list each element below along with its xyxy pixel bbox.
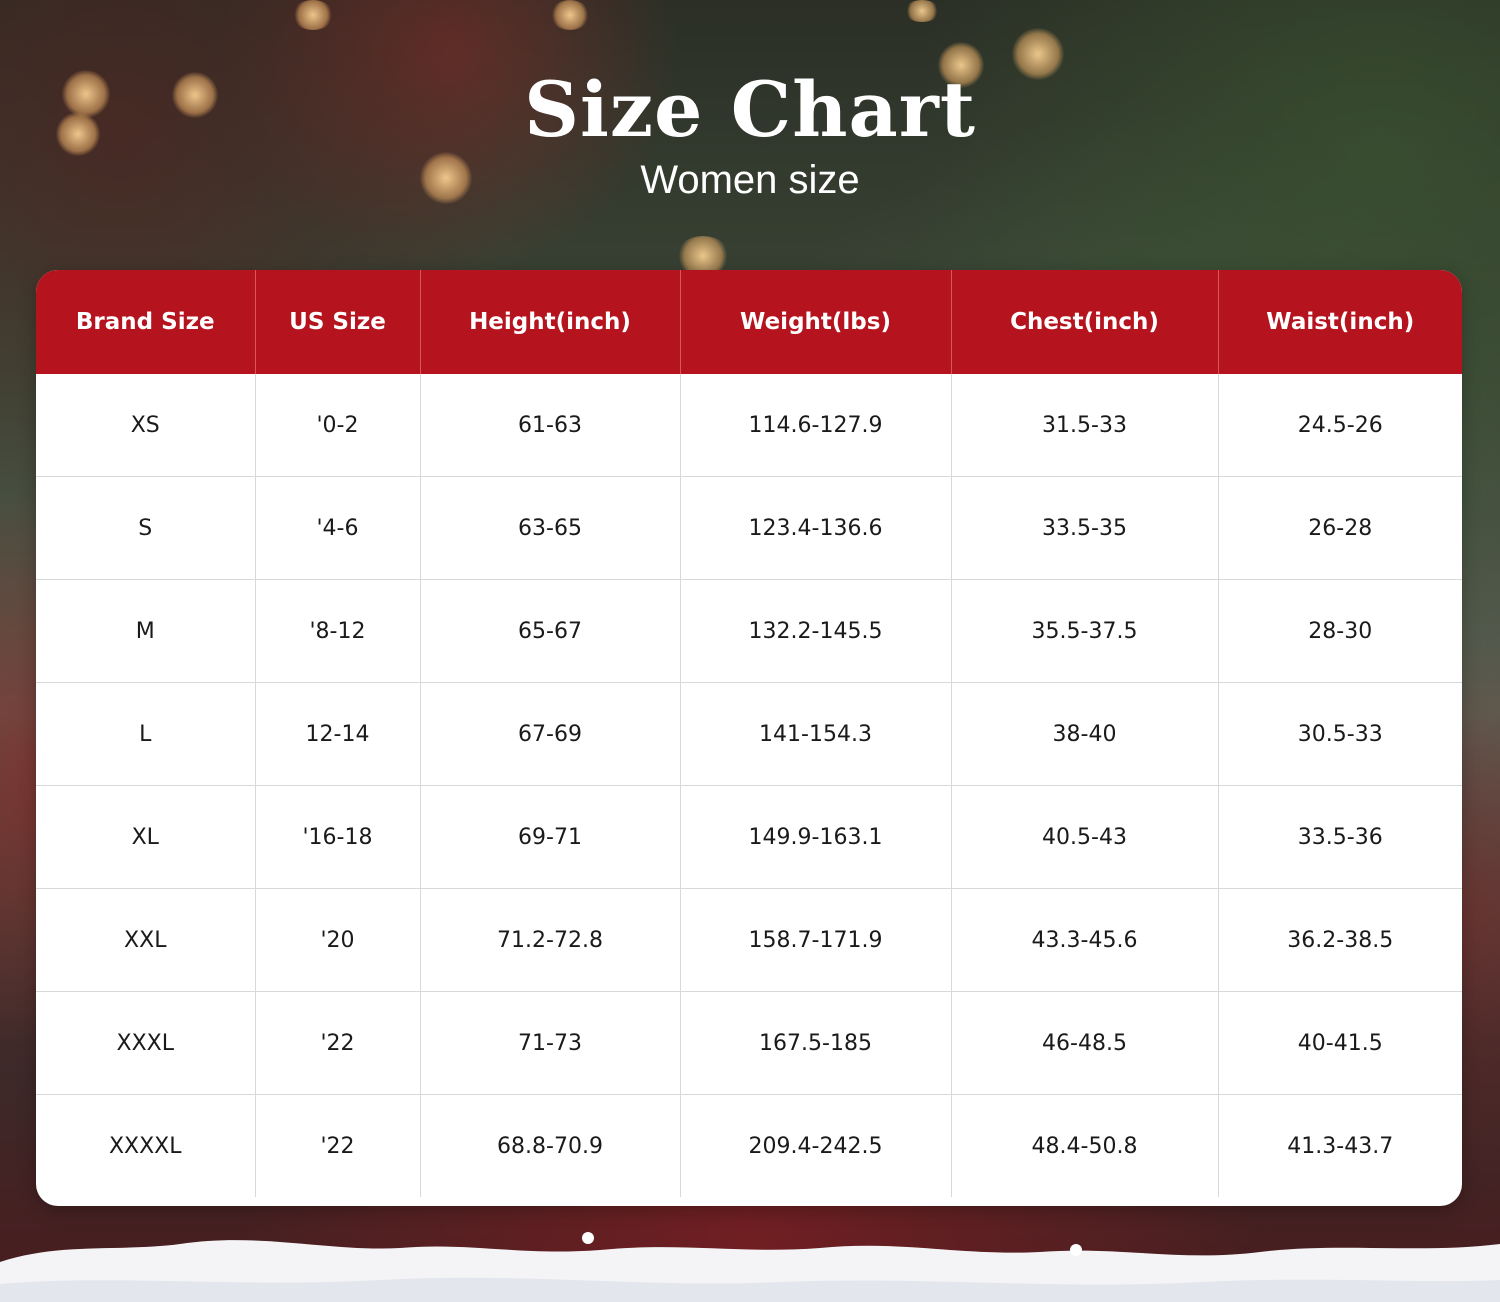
- cell-weight: 158.7-171.9: [679, 888, 951, 992]
- cell-waist: 36.2-38.5: [1217, 888, 1462, 992]
- cell-brand-size: XXXXL: [36, 1094, 255, 1197]
- page-title: Size Chart: [524, 65, 976, 154]
- cell-chest: 46-48.5: [950, 991, 1218, 1095]
- cell-us-size: '0-2: [254, 374, 420, 477]
- column-header-us-size: US Size: [254, 270, 420, 374]
- cell-height: 71-73: [419, 991, 680, 1095]
- column-header-height: Height(inch): [419, 270, 680, 374]
- cell-weight: 209.4-242.5: [679, 1094, 951, 1197]
- cell-height: 71.2-72.8: [419, 888, 680, 992]
- cell-brand-size: XXL: [36, 888, 255, 992]
- cell-chest: 31.5-33: [950, 374, 1218, 477]
- cell-us-size: '20: [254, 888, 420, 992]
- table-row: XXL '20 71.2-72.8 158.7-171.9 43.3-45.6 …: [36, 888, 1462, 992]
- table-row: XXXXL '22 68.8-70.9 209.4-242.5 48.4-50.…: [36, 1094, 1462, 1197]
- bokeh-light: [550, 0, 590, 30]
- page-subtitle: Women size: [640, 158, 860, 202]
- cell-weight: 114.6-127.9: [679, 374, 951, 477]
- cell-waist: 30.5-33: [1217, 682, 1462, 786]
- cell-weight: 132.2-145.5: [679, 579, 951, 683]
- cell-height: 65-67: [419, 579, 680, 683]
- size-chart-card: Brand Size US Size Height(inch) Weight(l…: [36, 270, 1462, 1206]
- cell-height: 61-63: [419, 374, 680, 477]
- pagination-dot[interactable]: [582, 1232, 594, 1244]
- table-row: XXXL '22 71-73 167.5-185 46-48.5 40-41.5: [36, 991, 1462, 1095]
- cell-chest: 48.4-50.8: [950, 1094, 1218, 1197]
- cell-chest: 33.5-35: [950, 476, 1218, 580]
- cell-weight: 149.9-163.1: [679, 785, 951, 889]
- cell-us-size: '4-6: [254, 476, 420, 580]
- cell-us-size: '16-18: [254, 785, 420, 889]
- cell-brand-size: M: [36, 579, 255, 683]
- column-header-waist: Waist(inch): [1217, 270, 1462, 374]
- cell-brand-size: L: [36, 682, 255, 786]
- cell-chest: 40.5-43: [950, 785, 1218, 889]
- cell-us-size: 12-14: [254, 682, 420, 786]
- cell-waist: 28-30: [1217, 579, 1462, 683]
- cell-waist: 33.5-36: [1217, 785, 1462, 889]
- column-header-brand-size: Brand Size: [36, 270, 255, 374]
- cell-chest: 35.5-37.5: [950, 579, 1218, 683]
- cell-us-size: '22: [254, 991, 420, 1095]
- cell-waist: 26-28: [1217, 476, 1462, 580]
- cell-waist: 24.5-26: [1217, 374, 1462, 477]
- table-row: XS '0-2 61-63 114.6-127.9 31.5-33 24.5-2…: [36, 374, 1462, 477]
- cell-height: 69-71: [419, 785, 680, 889]
- cell-brand-size: XL: [36, 785, 255, 889]
- bokeh-light: [292, 0, 334, 30]
- column-header-chest: Chest(inch): [950, 270, 1218, 374]
- header: Size Chart Women size: [0, 62, 1500, 204]
- cell-chest: 38-40: [950, 682, 1218, 786]
- cell-height: 67-69: [419, 682, 680, 786]
- cell-height: 68.8-70.9: [419, 1094, 680, 1197]
- snow-border: [0, 1240, 1500, 1302]
- cell-weight: 123.4-136.6: [679, 476, 951, 580]
- cell-waist: 40-41.5: [1217, 991, 1462, 1095]
- cell-weight: 167.5-185: [679, 991, 951, 1095]
- cell-brand-size: XXXL: [36, 991, 255, 1095]
- table-row: L 12-14 67-69 141-154.3 38-40 30.5-33: [36, 682, 1462, 786]
- table-row: XL '16-18 69-71 149.9-163.1 40.5-43 33.5…: [36, 785, 1462, 889]
- size-chart-table: Brand Size US Size Height(inch) Weight(l…: [36, 270, 1462, 1197]
- cell-us-size: '8-12: [254, 579, 420, 683]
- cell-waist: 41.3-43.7: [1217, 1094, 1462, 1197]
- table-row: S '4-6 63-65 123.4-136.6 33.5-35 26-28: [36, 476, 1462, 580]
- cell-height: 63-65: [419, 476, 680, 580]
- column-header-weight: Weight(lbs): [679, 270, 951, 374]
- bokeh-light: [904, 0, 940, 22]
- pagination-dot[interactable]: [1070, 1244, 1082, 1256]
- cell-brand-size: S: [36, 476, 255, 580]
- cell-us-size: '22: [254, 1094, 420, 1197]
- table-header-row: Brand Size US Size Height(inch) Weight(l…: [36, 270, 1462, 374]
- cell-weight: 141-154.3: [679, 682, 951, 786]
- table-row: M '8-12 65-67 132.2-145.5 35.5-37.5 28-3…: [36, 579, 1462, 683]
- cell-brand-size: XS: [130, 412, 160, 438]
- cell-chest: 43.3-45.6: [950, 888, 1218, 992]
